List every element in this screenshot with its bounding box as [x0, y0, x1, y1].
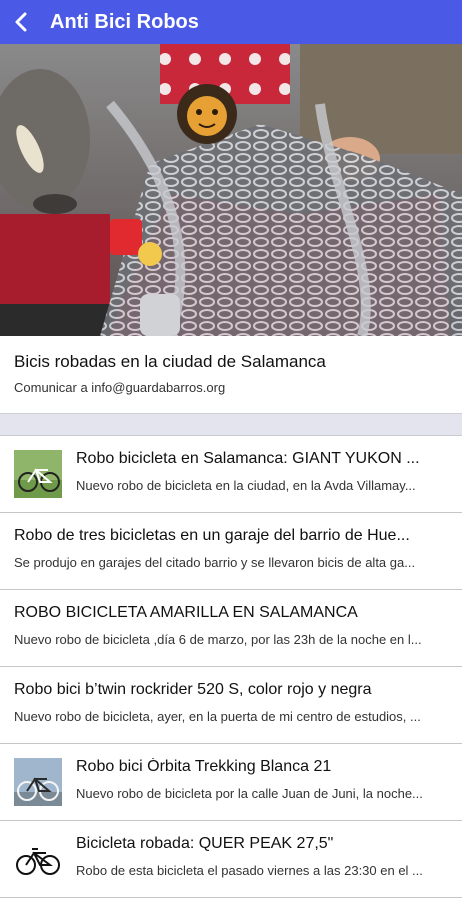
app-bar: Anti Bici Robos: [0, 0, 462, 44]
item-description: Nuevo robo de bicicleta en la ciudad, en…: [76, 478, 416, 493]
list-item[interactable]: Robo bici Órbita Trekking Blanca 21 Nuev…: [0, 744, 462, 821]
theft-list: Robo bicicleta en Salamanca: GIANT YUKON…: [0, 436, 462, 898]
item-title: Robo bici Órbita Trekking Blanca 21: [76, 758, 332, 775]
item-description: Se produjo en garajes del citado barrio …: [14, 555, 416, 570]
item-title: Robo bici b’twin rockrider 520 S, color …: [14, 681, 372, 698]
hero-image: [0, 44, 462, 336]
item-title: ROBO BICICLETA AMARILLA EN SALAMANCA: [14, 604, 358, 621]
item-title: Bicicleta robada: QUER PEAK 27,5": [76, 835, 334, 852]
list-item[interactable]: Robo bici b’twin rockrider 520 S, color …: [0, 667, 462, 744]
list-item[interactable]: Bicicleta robada: QUER PEAK 27,5" Robo d…: [0, 821, 462, 898]
item-title: Robo bicicleta en Salamanca: GIANT YUKON…: [76, 450, 420, 467]
item-title: Robo de tres bicicletas en un garaje del…: [14, 527, 410, 544]
list-item[interactable]: Robo bicicleta en Salamanca: GIANT YUKON…: [0, 436, 462, 513]
back-button[interactable]: [0, 0, 44, 44]
app-title: Anti Bici Robos: [50, 10, 199, 33]
item-description: Nuevo robo de bicicleta por la calle Jua…: [76, 786, 423, 801]
item-description: Nuevo robo de bicicleta, ayer, en la pue…: [14, 709, 421, 724]
green-mountain-bike-photo: [14, 450, 62, 498]
item-description: Robo de esta bicicleta el pasado viernes…: [76, 863, 423, 878]
intro-title: Bicis robadas en la ciudad de Salamanca: [14, 352, 326, 371]
item-description: Nuevo robo de bicicleta ,día 6 de marzo,…: [14, 632, 422, 647]
back-arrow-icon: [15, 12, 27, 32]
section-divider: [0, 414, 462, 436]
list-item[interactable]: ROBO BICICLETA AMARILLA EN SALAMANCA Nue…: [0, 590, 462, 667]
white-trekking-bike-photo: [14, 758, 62, 806]
intro-card: Bicis robadas en la ciudad de Salamanca …: [0, 336, 462, 414]
bicycle-icon: [14, 835, 62, 883]
contact-email-text: Comunicar a info@guardabarros.org: [14, 380, 226, 395]
list-item[interactable]: Robo de tres bicicletas en un garaje del…: [0, 513, 462, 590]
